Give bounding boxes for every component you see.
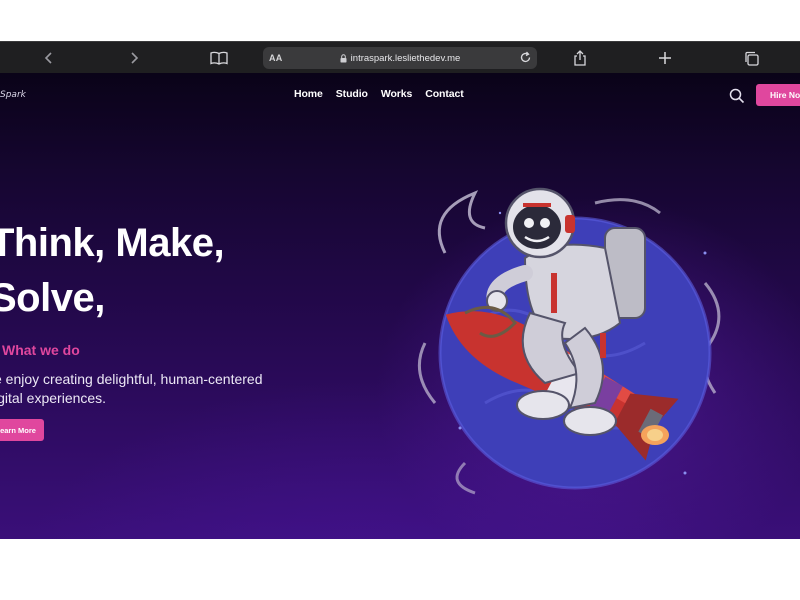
chevron-left-icon: [44, 52, 52, 64]
hero-title: Think, Make, Solve,: [0, 216, 225, 326]
main-nav: Home Studio Works Contact: [294, 88, 464, 100]
lock-icon: [340, 53, 347, 62]
back-button[interactable]: [34, 42, 64, 74]
book-icon: [210, 51, 228, 65]
learn-more-button[interactable]: earn More: [0, 419, 44, 441]
chevron-right-icon: [131, 52, 139, 64]
reload-icon[interactable]: [519, 51, 532, 64]
hero-description: e enjoy creating delightful, human-cente…: [0, 370, 263, 408]
astronaut-rocket-illustration: [417, 187, 721, 495]
new-tab-button[interactable]: [650, 42, 680, 74]
hero-description-line-2: igital experiences.: [0, 390, 107, 406]
hire-now-button[interactable]: Hire Now: [756, 84, 800, 106]
hero-title-line-1: Think, Make,: [0, 221, 225, 265]
hero-title-line-2: Solve,: [0, 276, 105, 320]
url-text: intraspark.lesliethedev.me: [350, 52, 461, 64]
tabs-button[interactable]: [736, 42, 766, 74]
search-icon[interactable]: [729, 88, 745, 104]
bookmarks-button[interactable]: [204, 42, 234, 74]
tabs-icon: [744, 51, 759, 66]
nav-home[interactable]: Home: [294, 88, 323, 100]
website-viewport: Spark Home Studio Works Contact Hire Now…: [0, 73, 800, 539]
nav-works[interactable]: Works: [381, 88, 413, 100]
forward-button[interactable]: [119, 42, 149, 74]
share-button[interactable]: [565, 42, 595, 74]
nav-studio[interactable]: Studio: [336, 88, 368, 100]
browser-toolbar: AA intraspark.lesliethedev.me: [0, 41, 800, 73]
hero-description-line-1: e enjoy creating delightful, human-cente…: [0, 371, 263, 387]
share-icon: [574, 50, 586, 66]
plus-icon: [659, 52, 671, 64]
address-bar[interactable]: AA intraspark.lesliethedev.me: [263, 47, 537, 69]
site-logo[interactable]: Spark: [0, 90, 26, 100]
nav-contact[interactable]: Contact: [425, 88, 463, 100]
hero-subtitle: What we do: [2, 342, 80, 358]
